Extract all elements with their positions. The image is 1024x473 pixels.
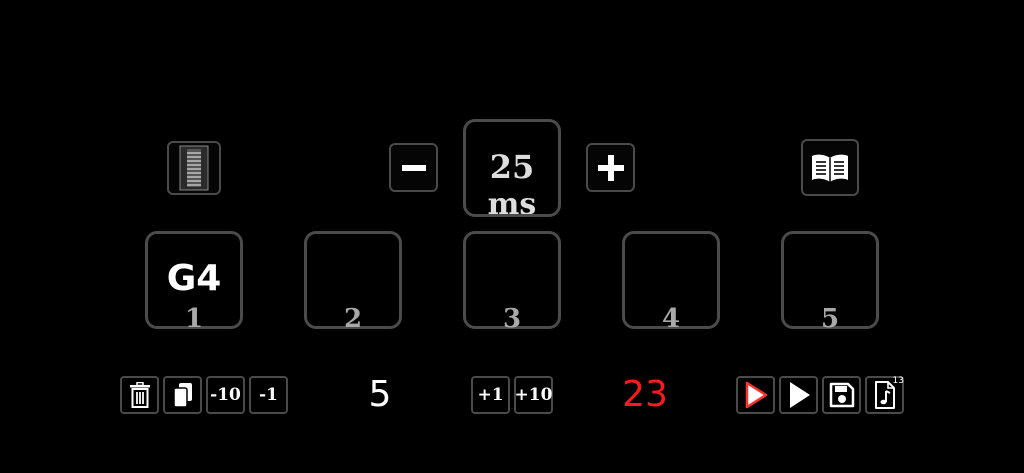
note-slot-1[interactable]: G4 1 xyxy=(145,231,243,334)
slot-note: G4 xyxy=(166,258,222,299)
slot-number: 5 xyxy=(820,304,840,334)
accordion-icon xyxy=(179,145,209,191)
note-slot-4[interactable]: 4 xyxy=(622,231,720,334)
note-slot-2[interactable]: 2 xyxy=(304,231,402,334)
delay-decrease-button[interactable] xyxy=(389,143,438,192)
delay-increase-button[interactable] xyxy=(586,143,635,192)
play-outline-icon xyxy=(744,381,768,409)
note-slot-3[interactable]: 3 xyxy=(463,231,561,334)
slot-number: 1 xyxy=(184,304,204,334)
total-value: 23 xyxy=(622,374,668,415)
delay-value: 25 xyxy=(489,148,535,186)
copy-button[interactable] xyxy=(163,376,202,414)
delete-button[interactable] xyxy=(120,376,159,414)
slot-number: 3 xyxy=(502,304,522,334)
plus-1-button[interactable]: +1 xyxy=(471,376,510,414)
accordion-button[interactable] xyxy=(167,141,221,195)
play-preview-button[interactable] xyxy=(736,376,775,414)
trash-icon xyxy=(129,382,151,408)
delay-unit: ms xyxy=(487,187,537,217)
minus-1-button[interactable]: -1 xyxy=(249,376,288,414)
copy-icon xyxy=(172,382,194,408)
delay-display[interactable]: 25 ms xyxy=(463,119,561,217)
file-count-badge: 13 xyxy=(892,376,904,386)
minus-icon xyxy=(401,155,427,181)
play-icon xyxy=(787,381,811,409)
note-slot-5[interactable]: 5 xyxy=(781,231,879,334)
count-value: 5 xyxy=(368,374,392,415)
book-open-icon xyxy=(810,153,850,183)
minus-10-button[interactable]: -10 xyxy=(206,376,245,414)
save-icon xyxy=(829,382,855,408)
plus-icon xyxy=(597,154,625,182)
save-button[interactable] xyxy=(822,376,861,414)
slot-number: 2 xyxy=(343,304,363,334)
book-button[interactable] xyxy=(801,139,859,196)
play-button[interactable] xyxy=(779,376,818,414)
music-file-button[interactable]: 13 xyxy=(865,376,904,414)
slot-number: 4 xyxy=(661,304,681,334)
plus-10-button[interactable]: +10 xyxy=(514,376,553,414)
